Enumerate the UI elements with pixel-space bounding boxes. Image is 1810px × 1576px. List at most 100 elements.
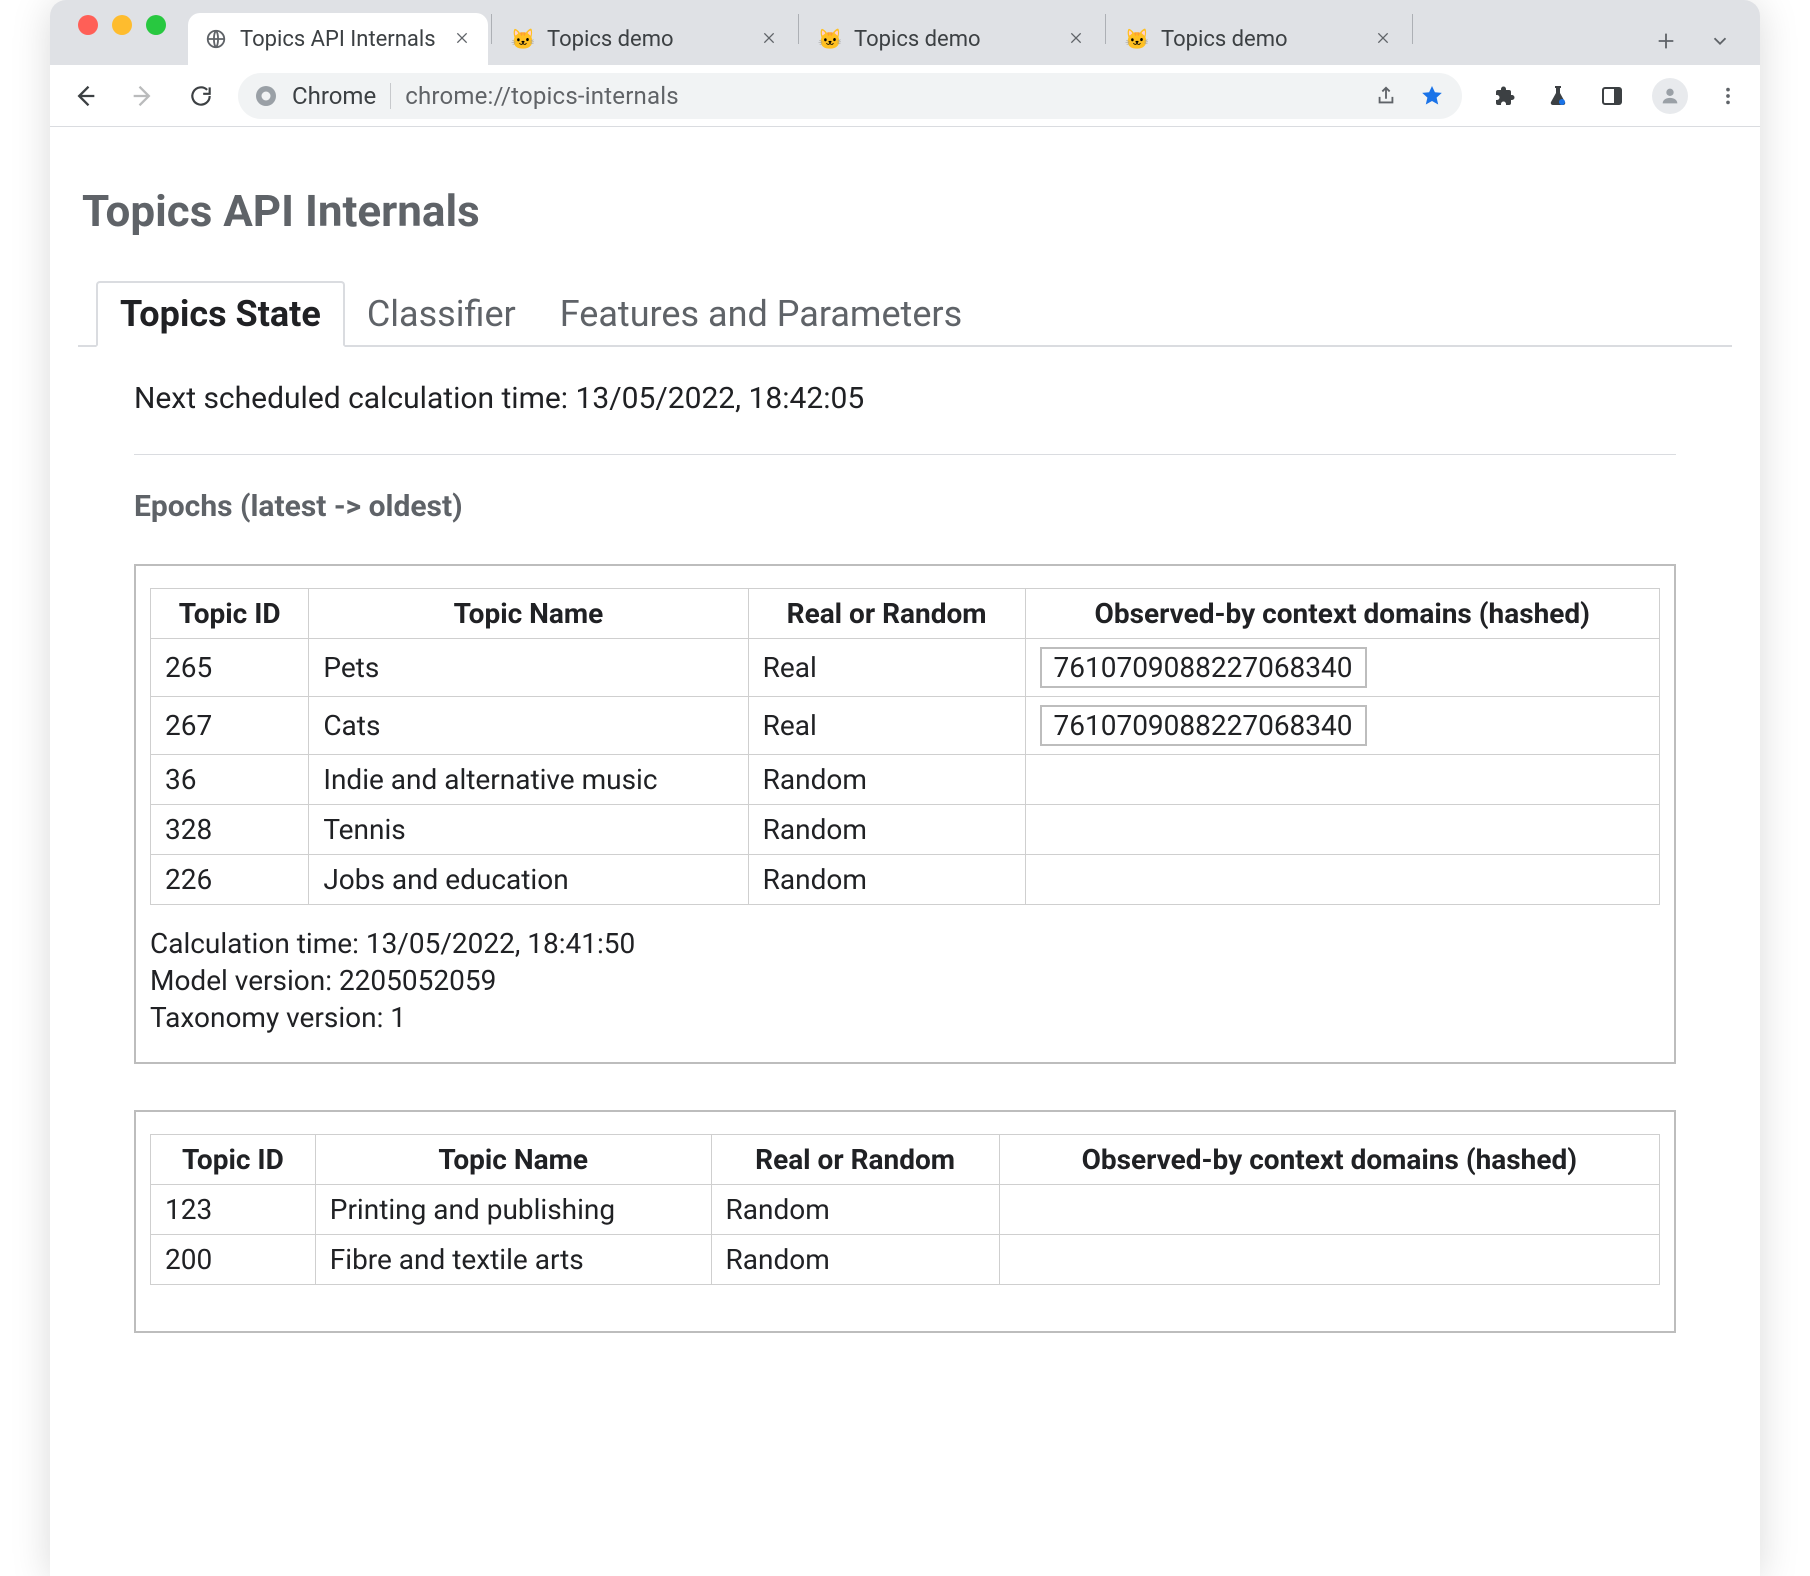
table-header: Topic Name	[315, 1135, 711, 1185]
back-button[interactable]	[68, 79, 102, 113]
epochs-heading: Epochs (latest -> oldest)	[134, 489, 1676, 524]
toolbar: Chrome chrome://topics-internals	[50, 65, 1760, 127]
kebab-icon	[1717, 85, 1739, 107]
forward-button[interactable]	[126, 79, 160, 113]
table-header: Topic ID	[151, 589, 309, 639]
cell-real-or-random: Random	[711, 1235, 999, 1285]
tabs-container: Topics API Internals 🐱 Topics demo 🐱 Topics …	[188, 0, 1634, 65]
omnibox-divider	[390, 83, 391, 109]
panel-icon	[1600, 84, 1624, 108]
table-header: Observed-by context domains (hashed)	[999, 1135, 1659, 1185]
profile-button[interactable]	[1652, 78, 1688, 114]
page-title: Topics API Internals	[82, 185, 1732, 237]
plus-icon	[1655, 30, 1677, 52]
tab-strip: Topics API Internals 🐱 Topics demo 🐱 Topics …	[50, 0, 1760, 65]
tab-close-button[interactable]	[761, 30, 779, 48]
chevron-down-icon	[1709, 30, 1731, 52]
content-tab-classifier[interactable]: Classifier	[345, 283, 538, 345]
content-tab-features-and-parameters[interactable]: Features and Parameters	[538, 283, 984, 345]
reload-icon	[188, 83, 214, 109]
cat-icon: 🐱	[511, 27, 535, 51]
next-calc-value: 13/05/2022, 18:42:05	[576, 381, 865, 416]
table-header: Topic ID	[151, 1135, 316, 1185]
tab-close-button[interactable]	[1068, 30, 1086, 48]
cell-observed-hash: 7610709088227068340	[1025, 639, 1659, 697]
epoch-box: Topic IDTopic NameReal or RandomObserved…	[134, 1110, 1676, 1333]
menu-button[interactable]	[1714, 82, 1742, 110]
browser-window: Topics API Internals 🐱 Topics demo 🐱 Topics …	[50, 0, 1760, 1576]
cell-topic-name: Indie and alternative music	[309, 755, 748, 805]
nav-buttons	[68, 79, 218, 113]
side-panel-button[interactable]	[1598, 82, 1626, 110]
table-row: 200Fibre and textile artsRandom	[151, 1235, 1660, 1285]
cell-real-or-random: Random	[711, 1185, 999, 1235]
puzzle-icon	[1492, 84, 1516, 108]
tab-close-button[interactable]	[454, 30, 472, 48]
browser-tab-title: Topics demo	[1161, 27, 1363, 52]
tab-separator	[491, 14, 492, 44]
cell-topic-name: Cats	[309, 697, 748, 755]
chrome-icon	[254, 84, 278, 108]
window-controls	[78, 15, 166, 35]
cell-topic-name: Printing and publishing	[315, 1185, 711, 1235]
content-tab-topics-state[interactable]: Topics State	[96, 281, 345, 347]
toolbar-actions	[1490, 78, 1742, 114]
table-header: Topic Name	[309, 589, 748, 639]
model-version-line: Model version: 2205052059	[150, 964, 1660, 997]
bookmark-button[interactable]	[1418, 82, 1446, 110]
next-calc-line: Next scheduled calculation time: 13/05/2…	[134, 381, 1676, 416]
tab-close-button[interactable]	[1375, 30, 1393, 48]
window-minimize-button[interactable]	[112, 15, 132, 35]
browser-tab[interactable]: 🐱 Topics demo	[495, 13, 795, 65]
cell-observed-hash	[1025, 755, 1659, 805]
cell-topic-id: 226	[151, 855, 309, 905]
next-calc-label: Next scheduled calculation time:	[134, 381, 568, 416]
table-row: 226Jobs and educationRandom	[151, 855, 1660, 905]
omnibox-url: chrome://topics-internals	[405, 82, 679, 110]
cell-topic-name: Jobs and education	[309, 855, 748, 905]
cell-real-or-random: Real	[748, 697, 1025, 755]
cell-observed-hash	[999, 1235, 1659, 1285]
extensions-button[interactable]	[1490, 82, 1518, 110]
share-button[interactable]	[1372, 82, 1400, 110]
person-icon	[1659, 85, 1681, 107]
browser-tab[interactable]: 🐱 Topics demo	[1109, 13, 1409, 65]
tab-list-button[interactable]	[1706, 27, 1734, 55]
flask-icon	[1546, 84, 1570, 108]
table-row: 123Printing and publishingRandom	[151, 1185, 1660, 1235]
omnibox[interactable]: Chrome chrome://topics-internals	[238, 73, 1462, 119]
cell-observed-hash	[999, 1185, 1659, 1235]
table-row: 265PetsReal7610709088227068340	[151, 639, 1660, 697]
cell-observed-hash	[1025, 855, 1659, 905]
cell-real-or-random: Real	[748, 639, 1025, 697]
tab-separator	[798, 14, 799, 44]
browser-tab-active[interactable]: Topics API Internals	[188, 13, 488, 65]
table-row: 328TennisRandom	[151, 805, 1660, 855]
star-filled-icon	[1420, 84, 1444, 108]
cell-topic-id: 265	[151, 639, 309, 697]
taxonomy-version-line: Taxonomy version: 1	[150, 1001, 1660, 1034]
cell-real-or-random: Random	[748, 855, 1025, 905]
browser-tab-title: Topics API Internals	[240, 27, 442, 52]
table-row: 267CatsReal7610709088227068340	[151, 697, 1660, 755]
reload-button[interactable]	[184, 79, 218, 113]
table-header: Real or Random	[748, 589, 1025, 639]
arrow-left-icon	[71, 82, 99, 110]
cat-icon: 🐱	[1125, 27, 1149, 51]
cell-topic-name: Tennis	[309, 805, 748, 855]
topics-table: Topic IDTopic NameReal or RandomObserved…	[150, 1134, 1660, 1285]
window-maximize-button[interactable]	[146, 15, 166, 35]
omnibox-scheme-label: Chrome	[292, 82, 376, 110]
cell-topic-id: 123	[151, 1185, 316, 1235]
new-tab-button[interactable]	[1652, 27, 1680, 55]
browser-tab[interactable]: 🐱Topics demo	[802, 13, 1102, 65]
table-row: 36Indie and alternative musicRandom	[151, 755, 1660, 805]
topics-state-panel: Next scheduled calculation time: 13/05/2…	[78, 347, 1732, 1333]
labs-button[interactable]	[1544, 82, 1572, 110]
cell-topic-name: Fibre and textile arts	[315, 1235, 711, 1285]
epoch-box: Topic IDTopic NameReal or RandomObserved…	[134, 564, 1676, 1064]
topics-table: Topic IDTopic NameReal or RandomObserved…	[150, 588, 1660, 905]
browser-tab-title: Topics demo	[854, 27, 1056, 52]
window-close-button[interactable]	[78, 15, 98, 35]
browser-tab-title: Topics demo	[547, 27, 749, 52]
